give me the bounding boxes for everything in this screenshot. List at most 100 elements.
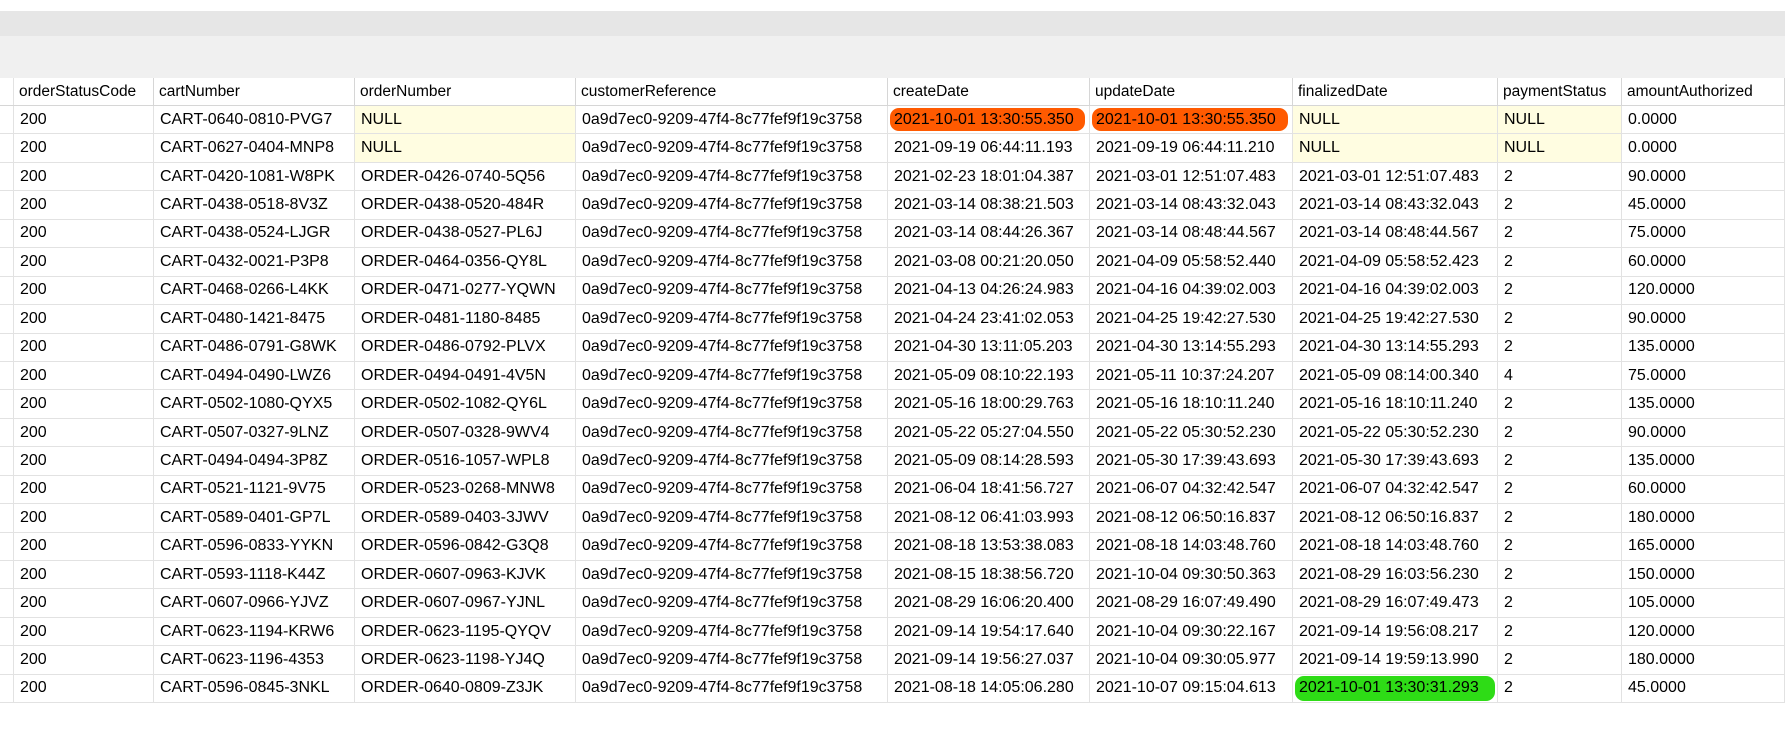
row-selector[interactable] bbox=[0, 162, 14, 191]
table-row[interactable]: 200 CART-0521-1121-9V75 ORDER-0523-0268-MN… bbox=[0, 475, 1785, 505]
cell-orderStatusCode[interactable]: 200 bbox=[14, 106, 154, 134]
cell-customerReference[interactable]: 0a9d7ec0-9209-47f4-8c77fef9f19c3758 bbox=[576, 390, 888, 418]
row-selector[interactable] bbox=[0, 219, 14, 248]
cell-customerReference[interactable]: 0a9d7ec0-9209-47f4-8c77fef9f19c3758 bbox=[576, 646, 888, 674]
cell-paymentStatus[interactable]: 2 bbox=[1498, 589, 1622, 617]
cell-orderStatusCode[interactable]: 200 bbox=[14, 589, 154, 617]
column-header-orderStatusCode[interactable]: orderStatusCode bbox=[14, 78, 154, 105]
cell-finalizedDate[interactable]: 2021-04-16 04:39:02.003 bbox=[1293, 276, 1498, 305]
cell-orderNumber[interactable]: ORDER-0438-0527-PL6J bbox=[355, 219, 576, 248]
cell-paymentStatus[interactable]: 2 bbox=[1498, 418, 1622, 447]
cell-createDate[interactable]: 2021-05-22 05:27:04.550 bbox=[888, 418, 1090, 447]
cell-paymentStatus[interactable]: 2 bbox=[1498, 248, 1622, 276]
cell-paymentStatus[interactable]: 2 bbox=[1498, 532, 1622, 560]
cell-customerReference[interactable]: 0a9d7ec0-9209-47f4-8c77fef9f19c3758 bbox=[576, 475, 888, 504]
cell-customerReference[interactable]: 0a9d7ec0-9209-47f4-8c77fef9f19c3758 bbox=[576, 219, 888, 248]
table-row[interactable]: 200 CART-0438-0518-8V3Z ORDER-0438-0520-48… bbox=[0, 191, 1785, 220]
cell-amountAuthorized[interactable]: 0.0000 bbox=[1622, 106, 1785, 134]
cell-createDate[interactable]: 2021-08-15 18:38:56.720 bbox=[888, 561, 1090, 589]
cell-updateDate[interactable]: 2021-10-07 09:15:04.613 bbox=[1090, 674, 1293, 703]
cell-orderStatusCode[interactable]: 200 bbox=[14, 333, 154, 361]
cell-paymentStatus[interactable]: 2 bbox=[1498, 475, 1622, 504]
cell-cartNumber[interactable]: CART-0596-0833-YYKN bbox=[154, 532, 355, 560]
cell-amountAuthorized[interactable]: 90.0000 bbox=[1622, 418, 1785, 447]
cell-cartNumber[interactable]: CART-0438-0518-8V3Z bbox=[154, 191, 355, 219]
cell-customerReference[interactable]: 0a9d7ec0-9209-47f4-8c77fef9f19c3758 bbox=[576, 276, 888, 305]
cell-amountAuthorized[interactable]: 60.0000 bbox=[1622, 248, 1785, 276]
cell-customerReference[interactable]: 0a9d7ec0-9209-47f4-8c77fef9f19c3758 bbox=[576, 361, 888, 390]
cell-createDate[interactable]: 2021-04-30 13:11:05.203 bbox=[888, 333, 1090, 361]
cell-updateDate[interactable]: 2021-03-14 08:43:32.043 bbox=[1090, 191, 1293, 219]
cell-paymentStatus[interactable]: NULL bbox=[1498, 106, 1622, 134]
column-header-orderNumber[interactable]: orderNumber bbox=[355, 78, 576, 105]
cell-cartNumber[interactable]: CART-0494-0494-3P8Z bbox=[154, 447, 355, 475]
table-row[interactable]: 200 CART-0507-0327-9LNZ ORDER-0507-0328-9W… bbox=[0, 418, 1785, 448]
cell-customerReference[interactable]: 0a9d7ec0-9209-47f4-8c77fef9f19c3758 bbox=[576, 305, 888, 333]
cell-paymentStatus[interactable]: 2 bbox=[1498, 390, 1622, 418]
cell-orderNumber[interactable]: ORDER-0523-0268-MNW8 bbox=[355, 475, 576, 504]
cell-orderNumber[interactable]: ORDER-0486-0792-PLVX bbox=[355, 333, 576, 361]
cell-finalizedDate[interactable]: 2021-04-30 13:14:55.293 bbox=[1293, 333, 1498, 361]
cell-orderStatusCode[interactable]: 200 bbox=[14, 504, 154, 532]
column-header-finalizedDate[interactable]: finalizedDate bbox=[1293, 78, 1498, 105]
column-header-paymentStatus[interactable]: paymentStatus bbox=[1498, 78, 1622, 105]
cell-finalizedDate[interactable]: 2021-09-14 19:59:13.990 bbox=[1293, 646, 1498, 674]
cell-orderNumber[interactable]: ORDER-0426-0740-5Q56 bbox=[355, 162, 576, 191]
row-selector[interactable] bbox=[0, 361, 14, 390]
cell-customerReference[interactable]: 0a9d7ec0-9209-47f4-8c77fef9f19c3758 bbox=[576, 532, 888, 560]
cell-cartNumber[interactable]: CART-0468-0266-L4KK bbox=[154, 276, 355, 305]
row-selector[interactable] bbox=[0, 589, 14, 617]
cell-updateDate[interactable]: 2021-04-16 04:39:02.003 bbox=[1090, 276, 1293, 305]
table-row[interactable]: 200 CART-0468-0266-L4KK ORDER-0471-0277-YQ… bbox=[0, 276, 1785, 306]
cell-orderNumber[interactable]: ORDER-0507-0328-9WV4 bbox=[355, 418, 576, 447]
cell-customerReference[interactable]: 0a9d7ec0-9209-47f4-8c77fef9f19c3758 bbox=[576, 674, 888, 703]
cell-finalizedDate[interactable]: 2021-03-14 08:48:44.567 bbox=[1293, 219, 1498, 248]
cell-amountAuthorized[interactable]: 0.0000 bbox=[1622, 134, 1785, 162]
row-selector[interactable] bbox=[0, 646, 14, 674]
row-selector[interactable] bbox=[0, 475, 14, 504]
cell-createDate[interactable]: 2021-08-18 14:05:06.280 bbox=[888, 674, 1090, 703]
row-selector[interactable] bbox=[0, 333, 14, 361]
cell-orderStatusCode[interactable]: 200 bbox=[14, 361, 154, 390]
cell-amountAuthorized[interactable]: 75.0000 bbox=[1622, 361, 1785, 390]
cell-createDate[interactable]: 2021-09-14 19:56:27.037 bbox=[888, 646, 1090, 674]
cell-finalizedDate[interactable]: 2021-05-09 08:14:00.340 bbox=[1293, 361, 1498, 390]
cell-finalizedDate[interactable]: 2021-08-29 16:07:49.473 bbox=[1293, 589, 1498, 617]
cell-orderStatusCode[interactable]: 200 bbox=[14, 305, 154, 333]
cell-amountAuthorized[interactable]: 135.0000 bbox=[1622, 333, 1785, 361]
cell-amountAuthorized[interactable]: 45.0000 bbox=[1622, 191, 1785, 219]
cell-finalizedDate[interactable]: 2021-09-14 19:56:08.217 bbox=[1293, 617, 1498, 646]
row-selector[interactable] bbox=[0, 561, 14, 589]
table-row[interactable]: 200 CART-0607-0966-YJVZ ORDER-0607-0967-YJ… bbox=[0, 589, 1785, 618]
cell-finalizedDate[interactable]: 2021-03-14 08:43:32.043 bbox=[1293, 191, 1498, 219]
cell-customerReference[interactable]: 0a9d7ec0-9209-47f4-8c77fef9f19c3758 bbox=[576, 561, 888, 589]
cell-cartNumber[interactable]: CART-0623-1194-KRW6 bbox=[154, 617, 355, 646]
table-row[interactable]: 200 CART-0589-0401-GP7L ORDER-0589-0403-3J… bbox=[0, 504, 1785, 533]
cell-createDate[interactable]: 2021-04-13 04:26:24.983 bbox=[888, 276, 1090, 305]
cell-orderNumber[interactable]: ORDER-0481-1180-8485 bbox=[355, 305, 576, 333]
cell-finalizedDate[interactable]: 2021-10-01 13:30:31.293 bbox=[1293, 674, 1498, 703]
cell-amountAuthorized[interactable]: 180.0000 bbox=[1622, 504, 1785, 532]
cell-finalizedDate[interactable]: 2021-04-09 05:58:52.423 bbox=[1293, 248, 1498, 276]
cell-updateDate[interactable]: 2021-10-04 09:30:22.167 bbox=[1090, 617, 1293, 646]
cell-updateDate[interactable]: 2021-03-01 12:51:07.483 bbox=[1090, 162, 1293, 191]
cell-orderStatusCode[interactable]: 200 bbox=[14, 390, 154, 418]
cell-amountAuthorized[interactable]: 90.0000 bbox=[1622, 162, 1785, 191]
cell-updateDate[interactable]: 2021-08-12 06:50:16.837 bbox=[1090, 504, 1293, 532]
row-selector[interactable] bbox=[0, 617, 14, 646]
cell-paymentStatus[interactable]: 2 bbox=[1498, 504, 1622, 532]
cell-finalizedDate[interactable]: 2021-08-18 14:03:48.760 bbox=[1293, 532, 1498, 560]
cell-updateDate[interactable]: 2021-10-01 13:30:55.350 bbox=[1090, 106, 1293, 134]
row-selector[interactable] bbox=[0, 276, 14, 305]
cell-createDate[interactable]: 2021-08-29 16:06:20.400 bbox=[888, 589, 1090, 617]
cell-orderNumber[interactable]: ORDER-0589-0403-3JWV bbox=[355, 504, 576, 532]
cell-updateDate[interactable]: 2021-03-14 08:48:44.567 bbox=[1090, 219, 1293, 248]
cell-createDate[interactable]: 2021-05-09 08:14:28.593 bbox=[888, 447, 1090, 475]
cell-amountAuthorized[interactable]: 60.0000 bbox=[1622, 475, 1785, 504]
cell-orderStatusCode[interactable]: 200 bbox=[14, 532, 154, 560]
cell-orderStatusCode[interactable]: 200 bbox=[14, 162, 154, 191]
cell-orderStatusCode[interactable]: 200 bbox=[14, 617, 154, 646]
cell-cartNumber[interactable]: CART-0640-0810-PVG7 bbox=[154, 106, 355, 134]
cell-orderStatusCode[interactable]: 200 bbox=[14, 646, 154, 674]
table-row[interactable]: 200 CART-0627-0404-MNP8 NULL 0a9d7ec0-9209-… bbox=[0, 134, 1785, 163]
